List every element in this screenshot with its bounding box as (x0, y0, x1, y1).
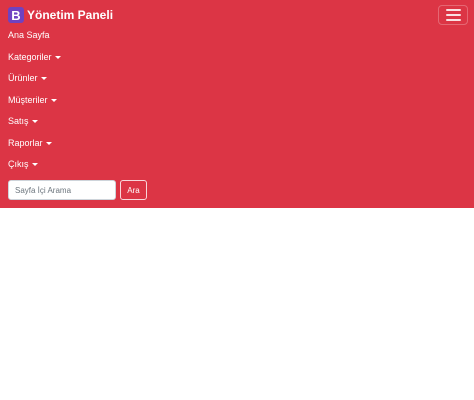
caret-down-icon (45, 141, 52, 145)
nav-item-raporlar[interactable]: Raporlar (8, 135, 52, 151)
caret-down-icon (31, 162, 38, 166)
caret-down-icon (40, 76, 47, 80)
nav-item-satis[interactable]: Satış (8, 113, 38, 129)
nav-item-musteriler[interactable]: Müşteriler (8, 92, 57, 108)
nav-item-label: Çıkış (8, 159, 29, 169)
nav-item-ana-sayfa[interactable]: Ana Sayfa (8, 27, 50, 43)
caret-down-icon (50, 98, 57, 102)
nav-item-label: Müşteriler (8, 95, 48, 105)
nav-item-label: Ürünler (8, 73, 38, 83)
brand[interactable]: B Yönetim Paneli (8, 6, 113, 24)
navbar-toggler-button[interactable] (438, 5, 468, 25)
nav-item-label: Kategoriler (8, 52, 52, 62)
brand-title: Yönetim Paneli (27, 8, 114, 22)
nav-item-kategoriler[interactable]: Kategoriler (8, 49, 61, 65)
search-button[interactable]: Ara (120, 180, 147, 200)
navbar: B Yönetim Paneli Ana Sayfa Kategoriler Ü… (0, 0, 474, 208)
caret-down-icon (54, 55, 61, 59)
nav-item-label: Raporlar (8, 138, 43, 148)
hamburger-menu-icon (445, 9, 461, 11)
nav-item-label: Ana Sayfa (8, 30, 50, 40)
hamburger-menu-icon-bar (445, 19, 461, 21)
brand-logo-icon: B (8, 7, 24, 23)
search-input[interactable] (8, 180, 116, 200)
nav-item-label: Satış (8, 116, 29, 126)
nav-item-urunler[interactable]: Ürünler (8, 70, 47, 86)
nav-item-cikis[interactable]: Çıkış (8, 156, 38, 172)
caret-down-icon (31, 119, 38, 123)
hamburger-menu-icon-bar (445, 14, 461, 16)
